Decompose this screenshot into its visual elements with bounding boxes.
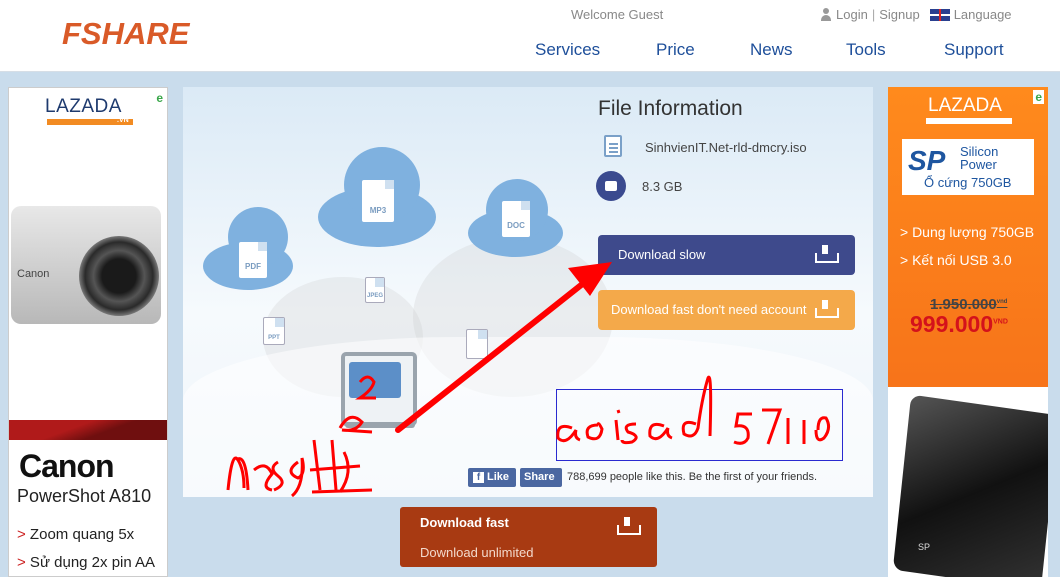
annotation-scribble <box>355 375 376 400</box>
annotation-handwriting <box>733 408 831 445</box>
annotation-handwriting <box>556 375 713 445</box>
annotation-handwriting <box>226 456 305 498</box>
annotation-scribble <box>338 415 373 434</box>
annotation-overlay <box>226 262 831 498</box>
annotation-arrow-line <box>395 275 593 433</box>
annotation-handwriting <box>309 439 373 494</box>
